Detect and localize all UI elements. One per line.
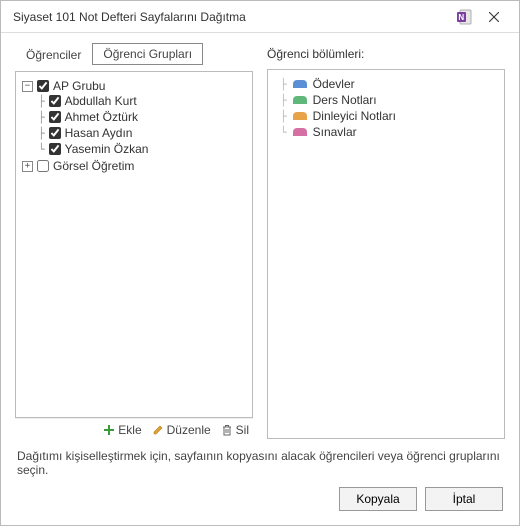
groups-tree-panel[interactable]: − AP Grubu ├ [15, 71, 253, 418]
plus-icon [103, 424, 115, 436]
pencil-icon [152, 424, 164, 436]
section-icon [293, 112, 307, 120]
tree-connector: ├ [38, 111, 45, 124]
footer-buttons: Kopyala İptal [15, 487, 505, 513]
tab-students[interactable]: Öğrenciler [15, 44, 92, 65]
delete-label: Sil [236, 423, 249, 437]
groups-toolbar: Ekle Düzenle [15, 418, 253, 439]
student-label[interactable]: Ahmet Öztürk [65, 110, 138, 124]
tree-student: ├ Ahmet Öztürk [38, 109, 248, 125]
delete-button[interactable]: Sil [221, 423, 249, 437]
sections-header: Öğrenci bölümleri: [267, 43, 505, 61]
svg-text:N: N [458, 13, 464, 22]
expand-icon[interactable]: + [22, 161, 33, 172]
add-label: Ekle [118, 423, 141, 437]
group-label[interactable]: AP Grubu [53, 79, 105, 93]
onenote-icon: N [455, 8, 473, 26]
tree-group-ap: − AP Grubu ├ [22, 78, 248, 158]
left-column: Öğrenciler Öğrenci Grupları − AP Gr [15, 43, 253, 439]
tree-student: ├ Abdullah Kurt [38, 93, 248, 109]
tree-connector: ├ [280, 110, 287, 123]
edit-label: Düzenle [167, 423, 211, 437]
columns: Öğrenciler Öğrenci Grupları − AP Gr [15, 43, 505, 439]
section-label: Ödevler [313, 77, 355, 91]
tree-connector: └ [280, 126, 287, 139]
section-item[interactable]: ├ Dinleyici Notları [280, 108, 500, 124]
tree-connector: └ [38, 143, 45, 156]
student-checkbox[interactable] [49, 127, 61, 139]
dialog-window: Siyaset 101 Not Defteri Sayfalarını Dağı… [0, 0, 520, 526]
dialog-body: Öğrenciler Öğrenci Grupları − AP Gr [1, 33, 519, 525]
section-icon [293, 96, 307, 104]
student-label[interactable]: Abdullah Kurt [65, 94, 137, 108]
student-label[interactable]: Hasan Aydın [65, 126, 133, 140]
left-panel-wrap: − AP Grubu ├ [15, 71, 253, 439]
sections-list: ├ Ödevler ├ Ders Notları ├ Dinley [272, 76, 500, 140]
tab-student-groups[interactable]: Öğrenci Grupları [92, 43, 203, 65]
section-item[interactable]: └ Sınavlar [280, 124, 500, 140]
sections-panel[interactable]: ├ Ödevler ├ Ders Notları ├ Dinley [267, 69, 505, 439]
close-button[interactable] [477, 5, 511, 29]
tree-student: ├ Hasan Aydın [38, 125, 248, 141]
student-label[interactable]: Yasemin Özkan [65, 142, 149, 156]
tree-group-gorsel: + Görsel Öğretim [22, 158, 248, 174]
group-label[interactable]: Görsel Öğretim [53, 159, 134, 173]
tree-student: └ Yasemin Özkan [38, 141, 248, 157]
group-checkbox-gorsel[interactable] [37, 160, 49, 172]
collapse-icon[interactable]: − [22, 81, 33, 92]
section-label: Sınavlar [313, 125, 357, 139]
cancel-button[interactable]: İptal [425, 487, 503, 511]
section-label: Dinleyici Notları [313, 109, 396, 123]
section-icon [293, 80, 307, 88]
add-button[interactable]: Ekle [103, 423, 141, 437]
groups-tree: − AP Grubu ├ [20, 78, 248, 174]
tree-connector: ├ [280, 78, 287, 91]
student-checkbox[interactable] [49, 143, 61, 155]
tree-connector: ├ [38, 95, 45, 108]
student-checkbox[interactable] [49, 95, 61, 107]
edit-button[interactable]: Düzenle [152, 423, 211, 437]
right-column: Öğrenci bölümleri: ├ Ödevler ├ Ders Notl… [267, 43, 505, 439]
window-title: Siyaset 101 Not Defteri Sayfalarını Dağı… [13, 10, 455, 24]
titlebar: Siyaset 101 Not Defteri Sayfalarını Dağı… [1, 1, 519, 33]
tree-connector: ├ [38, 127, 45, 140]
section-item[interactable]: ├ Ödevler [280, 76, 500, 92]
tabstrip: Öğrenciler Öğrenci Grupları [15, 43, 253, 65]
section-icon [293, 128, 307, 136]
section-label: Ders Notları [313, 93, 377, 107]
tree-connector: ├ [280, 94, 287, 107]
trash-icon [221, 424, 233, 436]
section-item[interactable]: ├ Ders Notları [280, 92, 500, 108]
copy-button[interactable]: Kopyala [339, 487, 417, 511]
student-checkbox[interactable] [49, 111, 61, 123]
hint-text: Dağıtımı kişiselleştirmek için, sayfaını… [15, 439, 505, 487]
group-checkbox-ap[interactable] [37, 80, 49, 92]
